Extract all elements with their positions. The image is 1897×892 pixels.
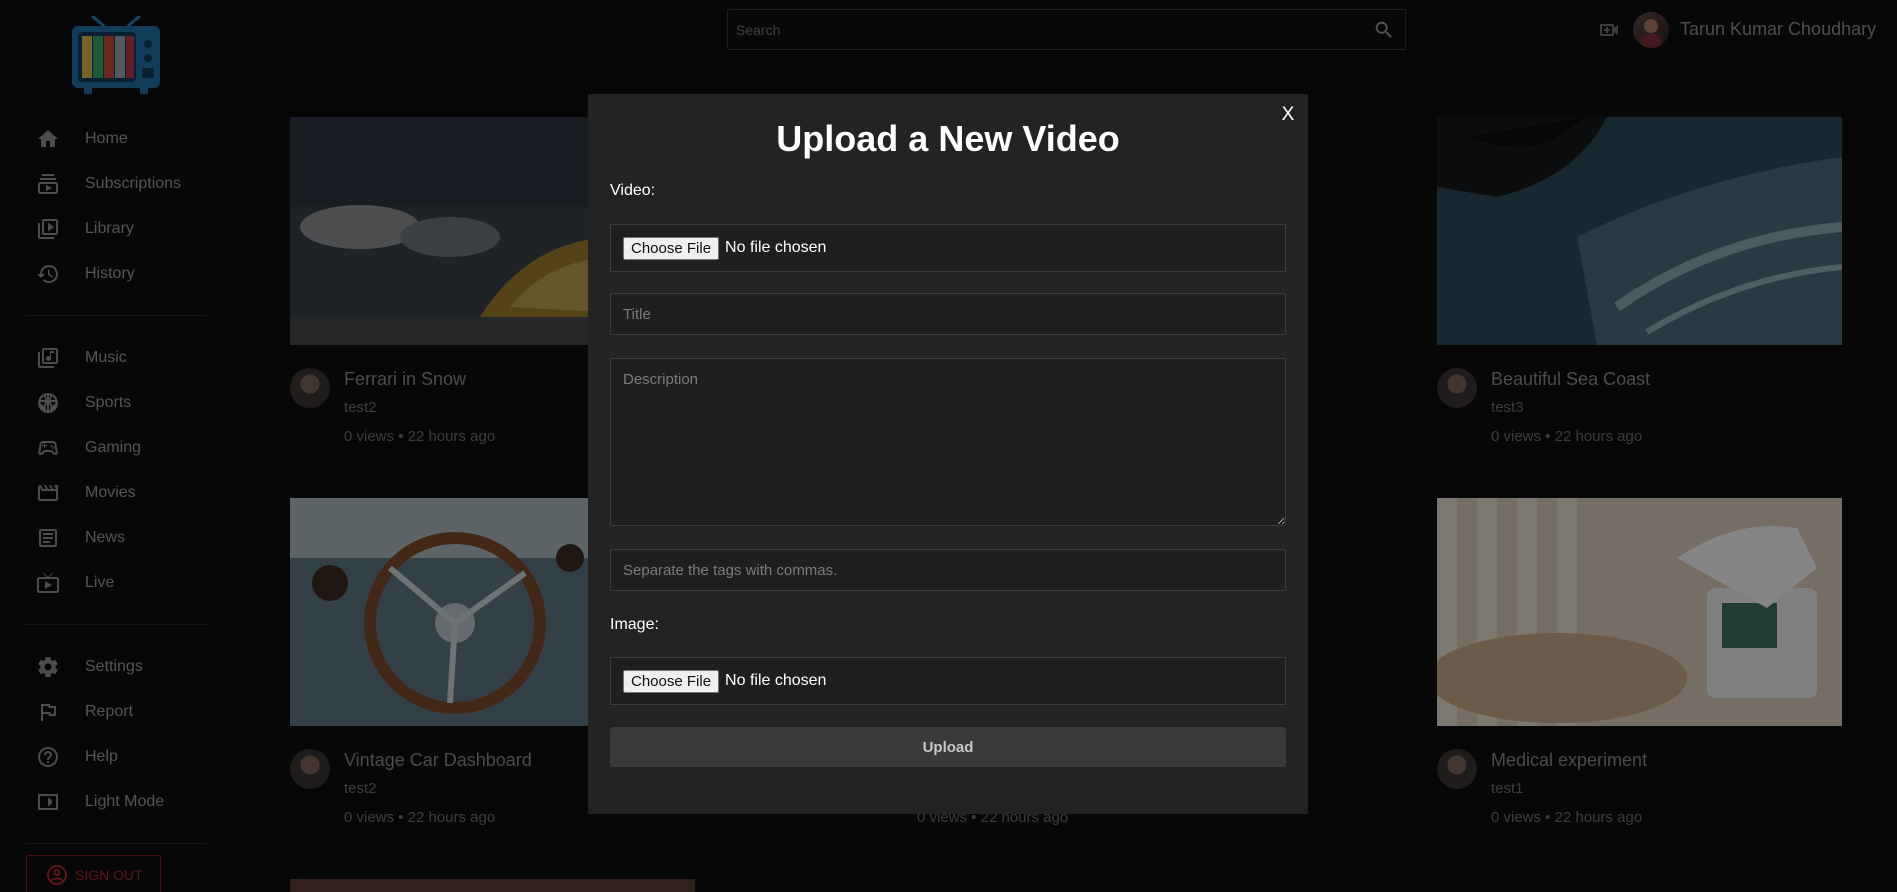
description-textarea[interactable] [610, 358, 1286, 526]
image-label: Image: [610, 616, 659, 633]
choose-image-file-button[interactable]: Choose File [623, 669, 720, 693]
upload-button[interactable]: Upload [610, 727, 1286, 767]
image-file-status: No file chosen [725, 672, 827, 689]
modal-title: Upload a New Video [776, 118, 1120, 159]
video-file-status: No file chosen [725, 239, 827, 256]
title-input[interactable] [610, 293, 1286, 335]
tags-input[interactable] [610, 549, 1286, 591]
video-file-input[interactable]: Choose File No file chosen [610, 224, 1286, 272]
video-label: Video: [610, 182, 656, 199]
upload-modal: X Upload a New Video Video: Choose File … [588, 94, 1308, 814]
choose-video-file-button[interactable]: Choose File [623, 236, 720, 260]
image-file-input[interactable]: Choose File No file chosen [610, 657, 1286, 705]
